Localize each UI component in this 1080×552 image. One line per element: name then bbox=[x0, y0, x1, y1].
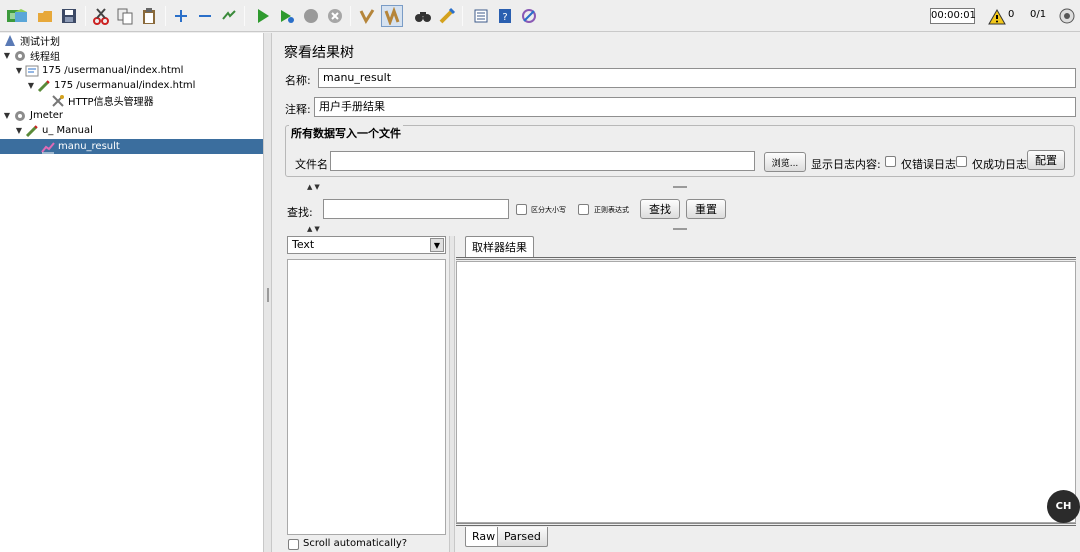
toolbar: ? 00:00:01 0 0/1 bbox=[0, 0, 1080, 32]
expand-toggle-icon[interactable]: ▼ bbox=[14, 66, 24, 75]
find-button[interactable]: 查找 bbox=[640, 199, 680, 219]
warning-count: 0 bbox=[1008, 9, 1015, 20]
tree-item-u-manual[interactable]: ▼ u_ Manual bbox=[0, 123, 263, 138]
warning-icon[interactable] bbox=[986, 6, 1008, 28]
tree-item-thread-group[interactable]: ▼ 线程组 bbox=[0, 48, 263, 63]
case-sensitive-label: 区分大小写 bbox=[531, 206, 566, 214]
transaction-controller-icon bbox=[24, 64, 40, 78]
save-icon[interactable] bbox=[58, 5, 80, 27]
gear-icon bbox=[12, 109, 28, 123]
comment-label: 注释: bbox=[285, 103, 311, 116]
tree-splitter[interactable] bbox=[263, 33, 272, 552]
tree-item-label: 线程组 bbox=[30, 52, 60, 63]
gear-icon bbox=[12, 49, 28, 63]
active-threads: 0/1 bbox=[1030, 9, 1047, 20]
expand-toggle-icon[interactable]: ▼ bbox=[14, 126, 24, 135]
paste-icon[interactable] bbox=[138, 5, 160, 27]
file-group-title: 所有数据写入一个文件 bbox=[289, 125, 403, 141]
tree-item-transaction[interactable]: ▼ 175 /usermanual/index.html bbox=[0, 63, 263, 78]
sampler-pen-icon bbox=[36, 79, 52, 93]
test-plan-icon bbox=[2, 34, 18, 48]
expand-toggle-icon[interactable]: ▼ bbox=[26, 81, 36, 90]
page-title: 察看结果树 bbox=[284, 45, 354, 61]
cut-icon[interactable] bbox=[90, 5, 112, 27]
renderer-selected-value: Text bbox=[292, 238, 315, 251]
function-helper-icon[interactable] bbox=[470, 5, 492, 27]
expand-icon[interactable] bbox=[170, 5, 192, 27]
chevron-down-icon[interactable]: ▼ bbox=[430, 238, 444, 252]
renderer-select[interactable]: Text ▼ bbox=[287, 236, 446, 254]
new-icon[interactable] bbox=[10, 5, 32, 27]
results-splitter[interactable] bbox=[449, 236, 455, 552]
search-label: 查找: bbox=[287, 206, 313, 219]
filename-label: 文件名 bbox=[295, 158, 328, 171]
search-icon[interactable] bbox=[412, 5, 434, 27]
svg-text:?: ? bbox=[502, 12, 507, 23]
sample-list[interactable] bbox=[287, 259, 446, 535]
tree-item-jmeter[interactable]: ▼ Jmeter bbox=[0, 108, 263, 123]
listener-chart-icon bbox=[40, 140, 56, 154]
elapsed-timer: 00:00:01 bbox=[930, 8, 976, 24]
tree-item-label: HTTP信息头管理器 bbox=[68, 97, 154, 108]
collapse-icon[interactable] bbox=[194, 5, 216, 27]
browse-button[interactable]: 浏览... bbox=[764, 152, 806, 172]
expand-toggle-icon[interactable]: ▼ bbox=[2, 51, 12, 60]
toggle-icon[interactable] bbox=[218, 5, 240, 27]
status-indicator-icon bbox=[1056, 5, 1078, 27]
configure-button[interactable]: 配置 bbox=[1027, 150, 1065, 170]
case-sensitive-checkbox[interactable] bbox=[516, 204, 527, 215]
middle-splitter[interactable]: ▲▼ bbox=[281, 225, 1076, 233]
tree-item-label: 测试计划 bbox=[20, 37, 60, 48]
success-only-label: 仅成功日志 bbox=[972, 158, 1027, 171]
reset-search-icon[interactable] bbox=[436, 5, 458, 27]
tree-item-label: Jmeter bbox=[30, 110, 64, 121]
log-content-label: 显示日志内容: bbox=[811, 158, 881, 171]
tree-item-label: 175 /usermanual/index.html bbox=[42, 65, 184, 76]
scroll-automatically-checkbox[interactable] bbox=[288, 539, 299, 550]
open-icon[interactable] bbox=[34, 5, 56, 27]
name-label: 名称: bbox=[285, 74, 311, 87]
clear-all-icon[interactable] bbox=[381, 5, 403, 27]
tree-item-header-manager[interactable]: HTTP信息头管理器 bbox=[0, 93, 263, 108]
success-only-checkbox[interactable] bbox=[956, 156, 967, 167]
clear-icon[interactable] bbox=[356, 5, 378, 27]
sampler-pen-icon bbox=[24, 124, 40, 138]
view-results-tree-panel: 察看结果树 名称: manu_result 注释: 用户手册结果 所有数据写入一… bbox=[273, 33, 1080, 552]
shutdown-icon[interactable] bbox=[324, 5, 346, 27]
sampler-result-area[interactable] bbox=[456, 261, 1076, 523]
reset-button[interactable]: 重置 bbox=[686, 199, 726, 219]
tree-item-label: manu_result bbox=[58, 141, 120, 152]
start-no-pauses-icon[interactable] bbox=[276, 5, 298, 27]
input-method-badge[interactable]: CH bbox=[1047, 490, 1080, 523]
tree-item-test-plan[interactable]: 测试计划 bbox=[0, 33, 263, 48]
name-field[interactable]: manu_result bbox=[318, 68, 1076, 88]
remote-icon[interactable] bbox=[518, 5, 540, 27]
top-splitter[interactable]: ▲▼ bbox=[281, 183, 1076, 191]
tree-item-label: u_ Manual bbox=[42, 125, 93, 136]
tab-sampler-result[interactable]: 取样器结果 bbox=[465, 236, 534, 257]
stop-icon[interactable] bbox=[300, 5, 322, 27]
tree-item-label: 175 /usermanual/index.html bbox=[54, 80, 196, 91]
comment-field[interactable]: 用户手册结果 bbox=[314, 97, 1076, 117]
search-input[interactable] bbox=[323, 199, 509, 219]
regex-checkbox[interactable] bbox=[578, 204, 589, 215]
start-icon[interactable] bbox=[252, 5, 274, 27]
regex-label: 正则表达式 bbox=[594, 206, 629, 214]
tree-item-manu-result[interactable]: manu_result bbox=[0, 139, 263, 154]
errors-only-label: 仅错误日志 bbox=[901, 158, 956, 171]
test-plan-tree[interactable]: 测试计划 ▼ 线程组 ▼ 175 /usermanual/index.html … bbox=[0, 33, 263, 552]
copy-icon[interactable] bbox=[114, 5, 136, 27]
tab-parsed[interactable]: Parsed bbox=[497, 527, 548, 547]
help-icon[interactable]: ? bbox=[494, 5, 516, 27]
expand-toggle-icon[interactable]: ▼ bbox=[2, 111, 12, 120]
wrench-icon bbox=[50, 94, 66, 108]
errors-only-checkbox[interactable] bbox=[885, 156, 896, 167]
scroll-automatically-label: Scroll automatically? bbox=[303, 538, 408, 549]
filename-field[interactable] bbox=[330, 151, 755, 171]
tree-item-http-sampler[interactable]: ▼ 175 /usermanual/index.html bbox=[0, 78, 263, 93]
